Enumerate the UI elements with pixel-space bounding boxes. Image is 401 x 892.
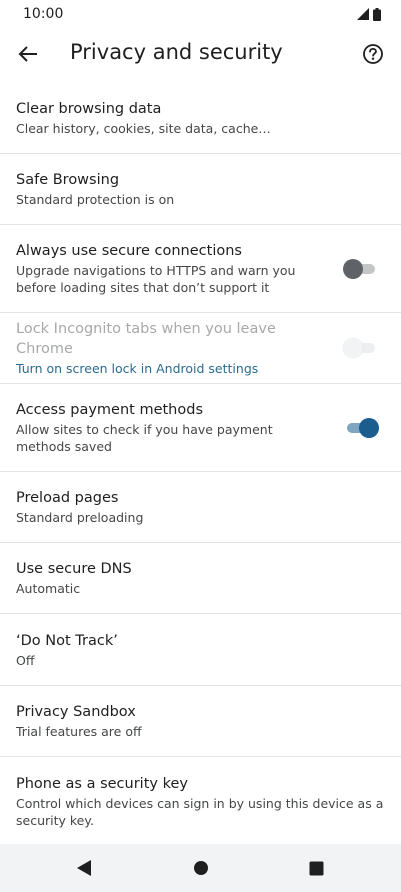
nav-back-button[interactable]: [72, 856, 96, 880]
nav-recents-button[interactable]: [304, 856, 328, 880]
setting-subtitle: Clear history, cookies, site data, cache…: [16, 120, 271, 136]
setting-preload-pages[interactable]: Preload pages Standard preloading: [0, 472, 401, 543]
setting-title: ‘Do Not Track’: [16, 632, 118, 649]
status-time: 10:00: [23, 6, 64, 22]
setting-secure-connections[interactable]: Always use secure connections Upgrade na…: [0, 225, 401, 313]
setting-clear-browsing-data[interactable]: Clear browsing data Clear history, cooki…: [0, 82, 401, 154]
setting-secure-dns[interactable]: Use secure DNS Automatic: [0, 543, 401, 614]
setting-title: Use secure DNS: [16, 561, 132, 577]
lock-incognito-toggle: [343, 336, 379, 360]
settings-list: Clear browsing data Clear history, cooki…: [0, 82, 401, 845]
secure-connections-toggle[interactable]: [343, 257, 379, 281]
setting-subtitle: Automatic: [16, 581, 81, 596]
camera-notch: [172, 0, 228, 22]
payment-methods-toggle[interactable]: [343, 416, 379, 440]
system-nav-bar: [0, 844, 401, 892]
arrow-back-icon: [18, 46, 37, 62]
setting-subtitle: Control which devices can sign in by usi…: [16, 795, 384, 828]
setting-subtitle: Allow sites to check if you have payment…: [16, 422, 273, 454]
setting-title: Safe Browsing: [16, 172, 120, 188]
setting-safe-browsing[interactable]: Safe Browsing Standard protection is on: [0, 154, 401, 225]
setting-phone-security-key[interactable]: Phone as a security key Control which de…: [0, 757, 401, 845]
nav-recents-square-icon: [309, 861, 323, 875]
app-bar: Privacy and security: [0, 28, 401, 80]
setting-subtitle: Off: [16, 652, 35, 668]
setting-title: Always use secure connections: [16, 243, 242, 259]
setting-title: Phone as a security key: [16, 775, 188, 792]
setting-payment-methods[interactable]: Access payment methods Allow sites to ch…: [0, 384, 401, 472]
screen-lock-settings-link[interactable]: Turn on screen lock in Android settings: [16, 360, 385, 377]
status-icons: [357, 7, 381, 21]
setting-do-not-track[interactable]: ‘Do Not Track’ Off: [0, 614, 401, 686]
nav-home-circle-icon: [194, 861, 208, 875]
setting-subtitle: Upgrade navigations to HTTPS and warn yo…: [16, 263, 296, 295]
page-title: Privacy and security: [70, 40, 283, 64]
back-button[interactable]: [8, 32, 48, 76]
setting-lock-incognito[interactable]: Lock Incognito tabs when you leave Chrom…: [0, 313, 401, 384]
setting-title: Lock Incognito tabs when you leave Chrom…: [16, 321, 276, 357]
setting-title: Access payment methods: [16, 402, 203, 418]
setting-subtitle: Trial features are off: [16, 724, 142, 739]
setting-subtitle: Standard preloading: [16, 510, 144, 525]
nav-home-button[interactable]: [189, 856, 213, 880]
setting-title: Clear browsing data: [16, 100, 162, 117]
help-circle-icon: [363, 44, 383, 64]
setting-title: Privacy Sandbox: [16, 704, 136, 720]
battery-icon: [373, 7, 381, 21]
nav-back-triangle-icon: [77, 860, 91, 876]
signal-icon: [357, 8, 369, 20]
setting-privacy-sandbox[interactable]: Privacy Sandbox Trial features are off: [0, 686, 401, 757]
setting-subtitle: Standard protection is on: [16, 192, 175, 207]
help-button[interactable]: [353, 32, 393, 76]
setting-title: Preload pages: [16, 490, 119, 506]
